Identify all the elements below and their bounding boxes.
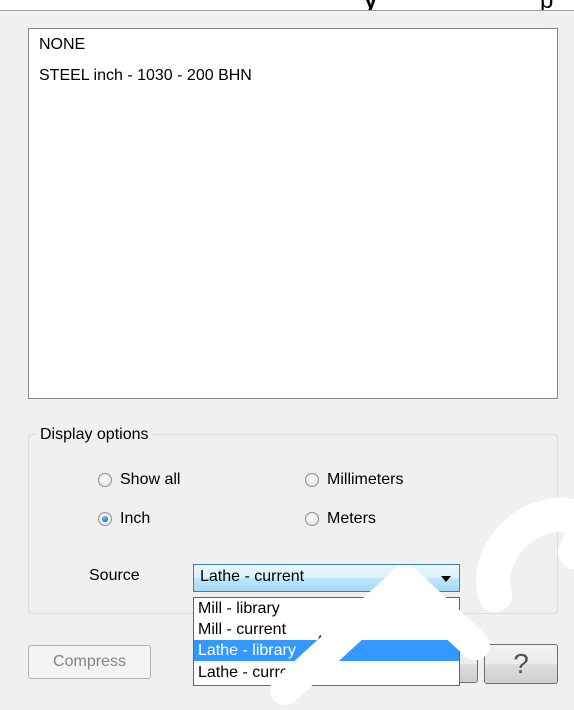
watermark-shape xyxy=(270,565,490,705)
top-divider xyxy=(0,10,574,11)
radio-unchecked-icon[interactable] xyxy=(305,512,319,526)
show-all-label: Show all xyxy=(120,471,181,488)
meters-radio[interactable]: Meters xyxy=(305,510,376,528)
inch-label: Inch xyxy=(120,510,151,527)
list-item[interactable]: STEEL inch - 1030 - 200 BHN xyxy=(39,67,252,85)
inch-radio[interactable]: Inch xyxy=(98,510,150,528)
show-all-radio[interactable]: Show all xyxy=(98,471,180,489)
list-item[interactable]: NONE xyxy=(39,36,85,54)
source-label: Source xyxy=(89,567,140,584)
radio-unchecked-icon[interactable] xyxy=(305,473,319,487)
compress-button[interactable]: Compress xyxy=(28,645,151,679)
millimeters-label: Millimeters xyxy=(327,471,404,488)
materials-list[interactable]: NONE STEEL inch - 1030 - 200 BHN xyxy=(28,28,558,399)
meters-label: Meters xyxy=(327,510,376,527)
millimeters-radio[interactable]: Millimeters xyxy=(305,471,403,489)
radio-unchecked-icon[interactable] xyxy=(98,473,112,487)
display-options-label: Display options xyxy=(36,426,153,444)
radio-checked-icon[interactable] xyxy=(98,512,112,526)
